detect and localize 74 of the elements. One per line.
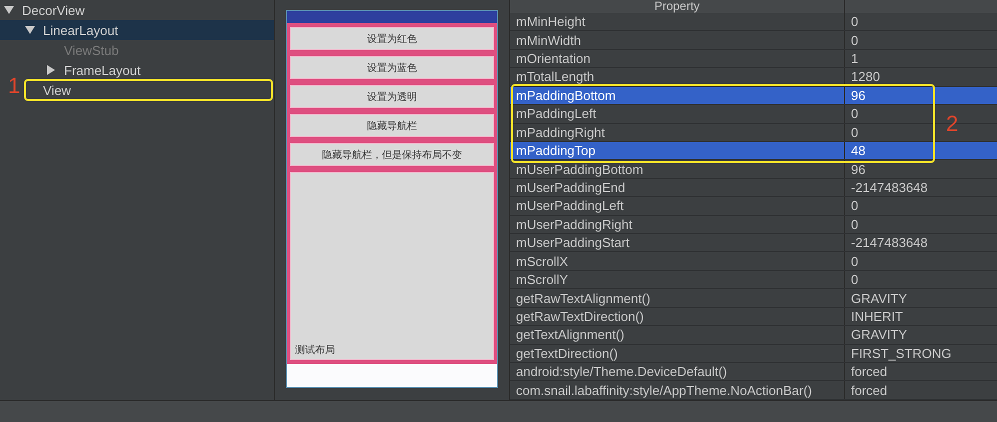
tree-item[interactable]: LinearLayout — [0, 20, 274, 40]
property-row[interactable]: mUserPaddingBottom 96 — [510, 160, 997, 179]
property-value: 0 — [850, 13, 860, 30]
property-row[interactable]: getRawTextDirection() INHERIT — [510, 308, 997, 326]
property-value: -2147483648 — [850, 179, 929, 196]
property-name: mPaddingTop — [510, 142, 845, 160]
property-row[interactable]: mUserPaddingStart -2147483648 — [510, 234, 997, 252]
preview-button[interactable]: 设置为红色 — [290, 27, 494, 50]
property-value: 0 — [850, 124, 860, 141]
property-value: -2147483648 — [850, 234, 929, 252]
property-value: GRAVITY — [850, 290, 908, 307]
tree-item[interactable]: FrameLayout — [46, 60, 141, 80]
property-row[interactable]: mMinWidth 0 — [510, 31, 997, 50]
property-name: mUserPaddingStart — [510, 234, 845, 252]
property-name: getTextAlignment() — [510, 326, 845, 344]
property-value: forced — [850, 363, 888, 380]
property-value: 1280 — [850, 68, 881, 86]
property-row[interactable]: android:style/Theme.DeviceDefault() forced — [510, 363, 997, 382]
property-row[interactable]: mScrollX 0 — [510, 252, 997, 271]
property-value: 96 — [850, 86, 866, 104]
property-value: 96 — [850, 160, 866, 178]
property-value: 0 — [850, 197, 860, 215]
property-value: INHERIT — [850, 308, 904, 326]
tree-item[interactable]: DecorView — [4, 0, 85, 20]
content-area: 测试布局 — [290, 172, 494, 360]
property-row[interactable]: getRawTextAlignment() GRAVITY — [510, 289, 997, 308]
property-name: mScrollX — [510, 252, 845, 270]
annotation-number: 1 — [8, 75, 20, 97]
property-name: getTextDirection() — [510, 344, 845, 362]
property-value: FIRST_STRONG — [850, 344, 952, 362]
property-value: GRAVITY — [850, 326, 908, 344]
property-name: com.snail.labaffinity:style/AppTheme.NoActionBar() — [510, 381, 845, 399]
property-name: getRawTextAlignment() — [510, 289, 845, 307]
property-row[interactable]: mPaddingTop 48 — [510, 142, 997, 160]
property-row[interactable]: mOrientation 1 — [510, 50, 997, 68]
property-name: mUserPaddingRight — [510, 216, 845, 234]
preview-button[interactable]: 设置为透明 — [290, 85, 494, 108]
preview-button[interactable]: 隐藏导航栏 — [290, 114, 494, 137]
property-value: forced — [850, 382, 888, 399]
triangle-down-icon[interactable] — [4, 5, 14, 15]
property-value: 0 — [850, 271, 860, 288]
property-row[interactable]: mUserPaddingRight 0 — [510, 216, 997, 234]
property-name: android:style/Theme.DeviceDefault() — [510, 363, 845, 380]
tree-item[interactable]: View — [25, 80, 71, 100]
property-name: mPaddingBottom — [510, 86, 845, 104]
property-name: mScrollY — [510, 270, 845, 288]
property-value: 0 — [850, 105, 860, 123]
column-header: Property — [510, 0, 845, 13]
preview-button[interactable]: 隐藏导航栏，但是保持布局不变 — [290, 143, 494, 166]
triangle-down-icon[interactable] — [25, 25, 35, 35]
property-name: mPaddingLeft — [510, 105, 845, 123]
property-name: mOrientation — [510, 50, 845, 68]
property-name: getRawTextDirection() — [510, 308, 845, 326]
property-name: mUserPaddingLeft — [510, 197, 845, 215]
property-row[interactable]: mMinHeight 0 — [510, 13, 997, 32]
property-row[interactable]: mUserPaddingLeft 0 — [510, 197, 997, 216]
triangle-right-icon[interactable] — [46, 65, 56, 75]
property-name: mMinHeight — [510, 13, 845, 30]
property-row[interactable]: mScrollY 0 — [510, 270, 997, 290]
property-name: mTotalLength — [510, 68, 845, 86]
property-row[interactable]: mUserPaddingEnd -2147483648 — [510, 178, 997, 198]
property-value: 0 — [850, 252, 860, 270]
property-row[interactable]: getTextDirection() FIRST_STRONG — [510, 344, 997, 364]
property-value: 0 — [850, 32, 860, 49]
property-name: mUserPaddingBottom — [510, 160, 845, 178]
property-row[interactable]: mPaddingBottom 96 — [510, 86, 997, 106]
property-value: 1 — [850, 50, 860, 68]
property-value: 0 — [850, 216, 860, 234]
preview-button[interactable]: 设置为蓝色 — [290, 56, 494, 79]
property-value: 48 — [850, 142, 866, 160]
property-row[interactable]: getTextAlignment() GRAVITY — [510, 326, 997, 345]
property-name: mUserPaddingEnd — [510, 178, 845, 196]
property-name: mPaddingRight — [510, 124, 845, 141]
property-name: mMinWidth — [510, 31, 845, 49]
